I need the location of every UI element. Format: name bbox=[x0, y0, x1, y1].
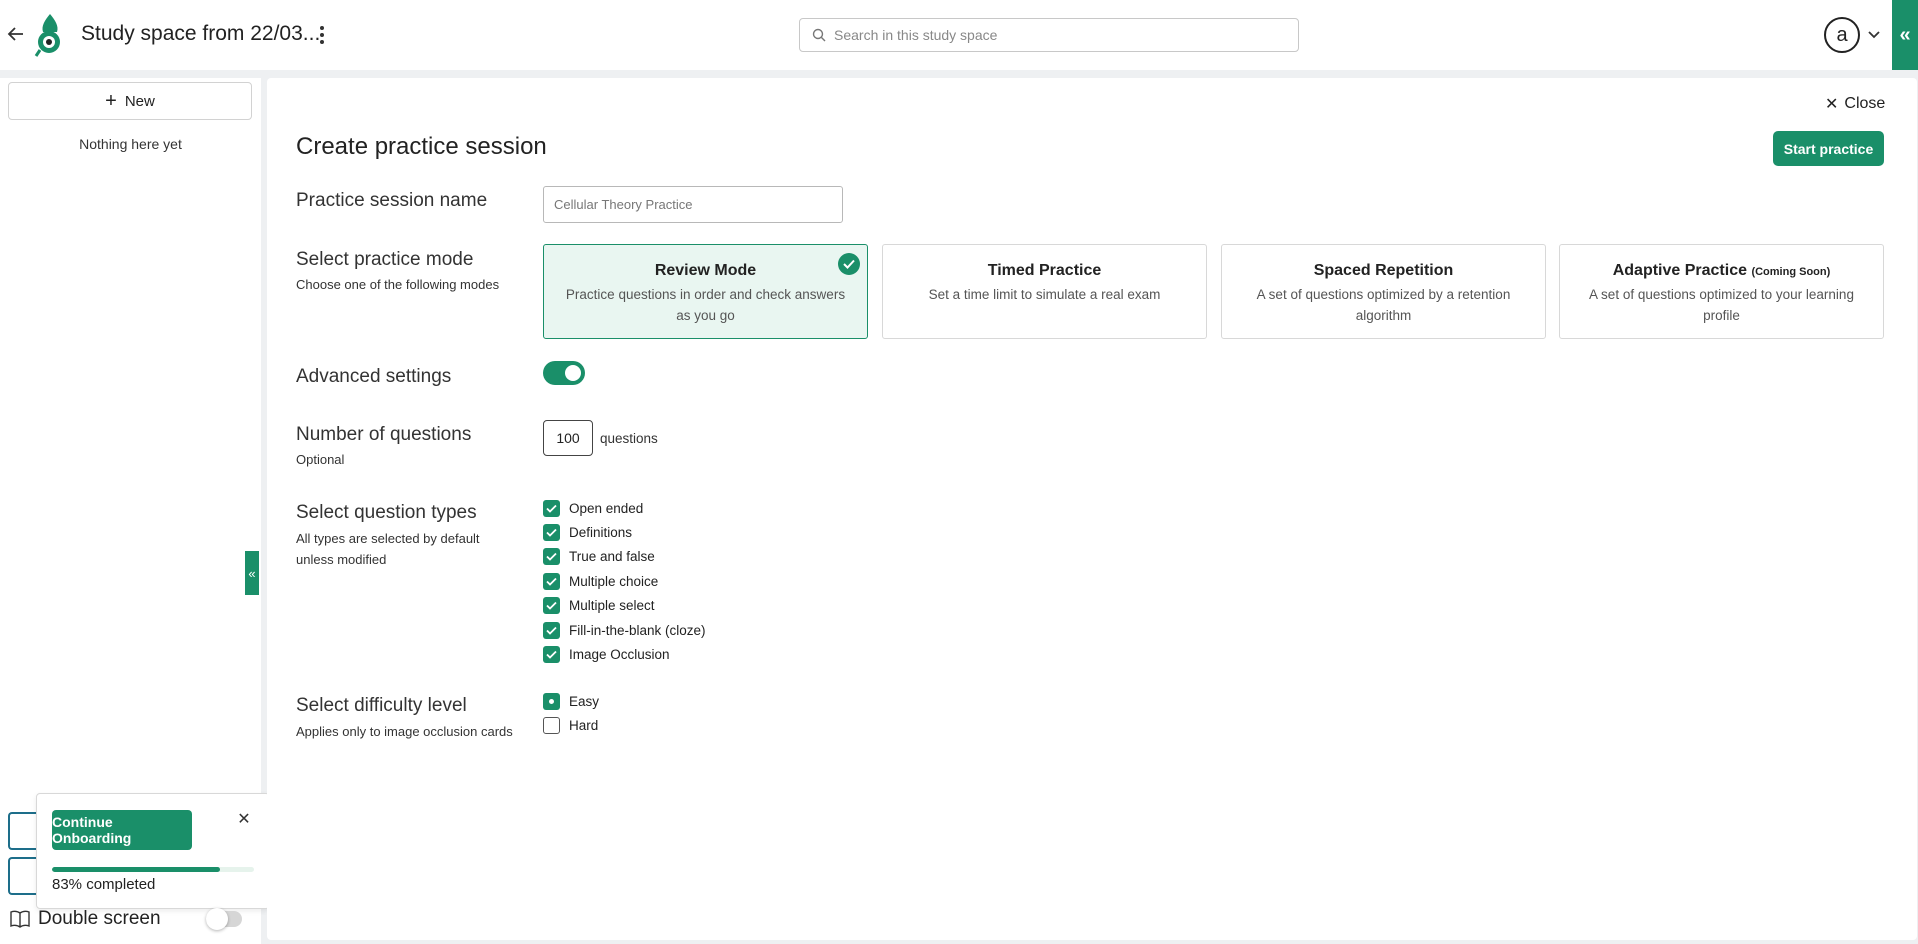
advanced-settings-label: Advanced settings bbox=[296, 366, 452, 387]
collapse-sidebar-button[interactable]: « bbox=[245, 551, 259, 595]
plus-icon: + bbox=[105, 90, 117, 112]
advanced-settings-toggle[interactable] bbox=[543, 361, 585, 385]
mode-title-text: Adaptive Practice bbox=[1612, 262, 1747, 279]
num-questions-input[interactable] bbox=[543, 420, 593, 456]
search-box[interactable] bbox=[799, 18, 1299, 52]
radio-label: Easy bbox=[569, 694, 600, 709]
mode-title: Timed Practice bbox=[987, 262, 1102, 279]
num-questions-unit: questions bbox=[600, 431, 658, 446]
mode-card-timed[interactable]: Timed Practice Set a time limit to simul… bbox=[882, 244, 1207, 339]
mode-card-adaptive[interactable]: Adaptive Practice (Coming Soon) A set of… bbox=[1559, 244, 1884, 339]
page-title: Create practice session bbox=[296, 133, 547, 160]
expand-panel-button[interactable]: « bbox=[1892, 0, 1918, 70]
checkbox-cloze[interactable]: Fill-in-the-blank (cloze) bbox=[543, 622, 706, 639]
difficulty-option-easy[interactable]: Easy bbox=[543, 693, 599, 710]
mode-description: Set a time limit to simulate a real exam bbox=[928, 287, 1161, 302]
start-practice-button[interactable]: Start practice bbox=[1773, 131, 1884, 166]
new-button[interactable]: + New bbox=[8, 82, 252, 120]
num-questions-sublabel: Optional bbox=[296, 452, 345, 467]
onboarding-progress-text: 83% completed bbox=[52, 876, 156, 893]
top-bar: Study space from 22/03... a « bbox=[0, 0, 1918, 70]
checkbox-label: Multiple choice bbox=[569, 574, 659, 589]
more-options-icon[interactable] bbox=[312, 22, 332, 48]
question-types-label: Select question types bbox=[296, 502, 477, 523]
onboarding-popup: Continue Onboarding ✕ 83% completed bbox=[36, 793, 270, 909]
double-screen-text: Double screen bbox=[38, 908, 161, 929]
num-questions-label: Number of questions bbox=[296, 424, 472, 445]
checkmark-icon bbox=[838, 253, 860, 275]
search-input[interactable] bbox=[834, 27, 1274, 43]
checkbox-multiple-choice[interactable]: Multiple choice bbox=[543, 573, 658, 590]
search-icon bbox=[812, 28, 826, 42]
question-types-sublabel-1: All types are selected by default bbox=[296, 531, 480, 546]
checkbox-checked-icon bbox=[543, 622, 560, 639]
checkbox-checked-icon bbox=[543, 573, 560, 590]
onboarding-progress-fill bbox=[52, 867, 220, 872]
checkbox-label: Open ended bbox=[569, 501, 644, 516]
checkbox-checked-icon bbox=[543, 548, 560, 565]
difficulty-label: Select difficulty level bbox=[296, 695, 467, 716]
close-label: Close bbox=[1844, 95, 1886, 112]
close-icon: ✕ bbox=[1825, 96, 1839, 113]
onboarding-progress-bar bbox=[52, 867, 254, 872]
radio-label: Hard bbox=[569, 718, 599, 733]
new-button-label: New bbox=[124, 92, 155, 110]
app-logo bbox=[33, 12, 67, 58]
radio-unselected-icon bbox=[543, 717, 560, 734]
question-types-sublabel-2: unless modified bbox=[296, 552, 387, 567]
difficulty-option-hard[interactable]: Hard bbox=[543, 717, 598, 734]
double-screen-toggle[interactable] bbox=[206, 908, 242, 930]
study-space-title: Study space from 22/03... bbox=[81, 22, 321, 45]
book-icon bbox=[10, 910, 30, 928]
mode-card-review[interactable]: Review Mode Practice questions in order … bbox=[543, 244, 868, 339]
mode-title: Spaced Repetition bbox=[1313, 262, 1454, 279]
session-name-input[interactable] bbox=[543, 186, 843, 223]
mode-description: A set of questions optimized to your lea… bbox=[1589, 287, 1854, 323]
mode-description: Practice questions in order and check an… bbox=[565, 287, 846, 323]
close-button[interactable]: ✕ Close bbox=[1825, 94, 1885, 114]
mode-title: Adaptive Practice (Coming Soon) bbox=[1560, 262, 1883, 280]
mode-title: Review Mode bbox=[654, 262, 757, 279]
checkbox-checked-icon bbox=[543, 524, 560, 541]
checkbox-label: Fill-in-the-blank (cloze) bbox=[569, 623, 706, 638]
practice-session-panel: ✕ Close Create practice session Start pr… bbox=[267, 78, 1917, 940]
coming-soon-tag: (Coming Soon) bbox=[1751, 266, 1831, 278]
checkbox-open-ended[interactable]: Open ended bbox=[543, 500, 643, 517]
double-screen-label: Double screen bbox=[10, 908, 161, 930]
checkbox-label: Definitions bbox=[569, 525, 633, 540]
checkbox-label: Image Occlusion bbox=[569, 647, 670, 662]
empty-state-text: Nothing here yet bbox=[79, 136, 182, 152]
avatar[interactable]: a bbox=[1824, 17, 1860, 53]
checkbox-multiple-select[interactable]: Multiple select bbox=[543, 597, 655, 614]
continue-onboarding-button[interactable]: Continue Onboarding bbox=[52, 810, 192, 850]
difficulty-sublabel: Applies only to image occlusion cards bbox=[296, 724, 513, 739]
close-icon[interactable]: ✕ bbox=[235, 810, 253, 828]
checkbox-checked-icon bbox=[543, 500, 560, 517]
checkbox-definitions[interactable]: Definitions bbox=[543, 524, 632, 541]
session-name-label: Practice session name bbox=[296, 190, 488, 211]
checkbox-image-occlusion[interactable]: Image Occlusion bbox=[543, 646, 670, 663]
checkbox-label: Multiple select bbox=[569, 598, 655, 613]
mode-description: A set of questions optimized by a retent… bbox=[1256, 287, 1511, 323]
radio-selected-icon bbox=[543, 693, 560, 710]
chevron-down-icon[interactable] bbox=[1866, 26, 1882, 42]
practice-mode-label: Select practice mode bbox=[296, 249, 474, 270]
practice-mode-sublabel: Choose one of the following modes bbox=[296, 277, 500, 292]
checkbox-label: True and false bbox=[569, 549, 655, 564]
checkbox-true-false[interactable]: True and false bbox=[543, 548, 655, 565]
mode-card-spaced[interactable]: Spaced Repetition A set of questions opt… bbox=[1221, 244, 1546, 339]
checkbox-checked-icon bbox=[543, 597, 560, 614]
back-arrow-icon[interactable] bbox=[4, 22, 28, 46]
checkbox-checked-icon bbox=[543, 646, 560, 663]
